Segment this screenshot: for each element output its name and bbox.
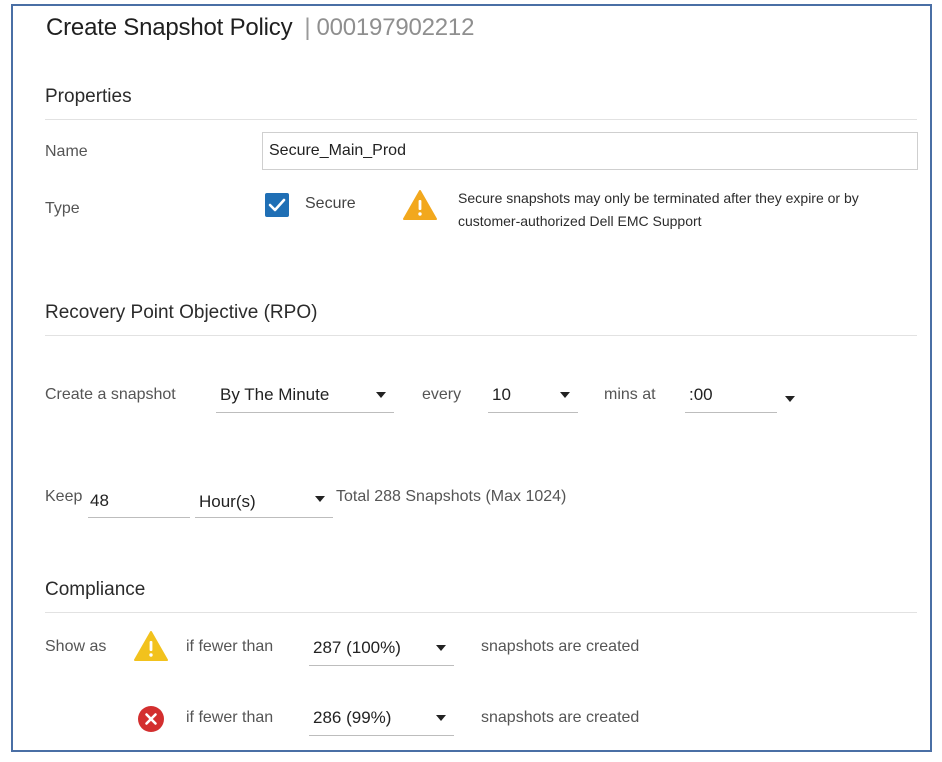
interval-select[interactable]: 10	[488, 379, 578, 413]
secure-checkbox[interactable]	[265, 193, 289, 217]
array-id: 000197902212	[316, 14, 475, 41]
name-label: Name	[45, 143, 88, 160]
type-label: Type	[45, 200, 80, 217]
create-snapshot-policy-dialog: Create Snapshot Policy | 000197902212 Prop…	[11, 4, 932, 752]
keep-unit-value: Hour(s)	[199, 492, 256, 511]
critical-suffix-label: snapshots are created	[481, 709, 640, 726]
name-input[interactable]	[262, 132, 918, 170]
secure-warning-text: Secure snapshots may only be terminated …	[458, 190, 859, 229]
critical-if-fewer-label: if fewer than	[186, 709, 274, 726]
rpo-divider	[45, 335, 917, 336]
every-label: every	[422, 386, 462, 403]
keep-unit-chevron-down-icon[interactable]	[315, 496, 325, 502]
checkmark-icon	[268, 198, 286, 212]
frequency-select[interactable]: By The Minute	[216, 379, 394, 413]
warning-if-fewer-label: if fewer than	[186, 638, 274, 655]
warning-triangle-icon	[134, 631, 168, 661]
critical-threshold-select[interactable]: 286 (99%)	[309, 702, 454, 736]
properties-heading: Properties	[45, 86, 132, 107]
offset-select[interactable]: :00	[685, 379, 777, 413]
keep-label: Keep	[45, 488, 83, 505]
keep-input[interactable]	[88, 484, 190, 518]
offset-value: :00	[689, 385, 713, 404]
error-circle-icon	[138, 706, 164, 732]
total-snapshots-text: Total 288 Snapshots (Max 1024)	[336, 488, 567, 505]
warning-threshold-select[interactable]: 287 (100%)	[309, 632, 454, 666]
dialog-title: Create Snapshot Policy | 000197902212	[46, 14, 474, 42]
compliance-divider	[45, 612, 917, 613]
create-snapshot-label: Create a snapshot	[45, 386, 176, 403]
chevron-down-icon	[436, 715, 446, 721]
title-separator: |	[304, 14, 311, 41]
properties-divider	[45, 119, 917, 120]
chevron-down-icon	[560, 392, 570, 398]
interval-value: 10	[492, 385, 511, 404]
warning-triangle-icon	[403, 190, 437, 220]
keep-unit-select[interactable]: Hour(s)	[195, 484, 333, 518]
chevron-down-icon	[436, 645, 446, 651]
rpo-heading: Recovery Point Objective (RPO)	[45, 302, 318, 323]
compliance-heading: Compliance	[45, 579, 146, 600]
secure-label: Secure	[305, 195, 356, 212]
mins-at-label: mins at	[604, 386, 656, 403]
warning-threshold-value: 287 (100%)	[313, 638, 401, 657]
warning-suffix-label: snapshots are created	[481, 638, 640, 655]
dialog-title-text: Create Snapshot Policy	[46, 14, 293, 41]
show-as-label: Show as	[45, 638, 107, 655]
chevron-down-icon	[376, 392, 386, 398]
critical-threshold-value: 286 (99%)	[313, 708, 392, 727]
offset-chevron-down-icon[interactable]	[785, 396, 795, 402]
frequency-value: By The Minute	[220, 385, 330, 404]
x-icon	[145, 713, 157, 725]
